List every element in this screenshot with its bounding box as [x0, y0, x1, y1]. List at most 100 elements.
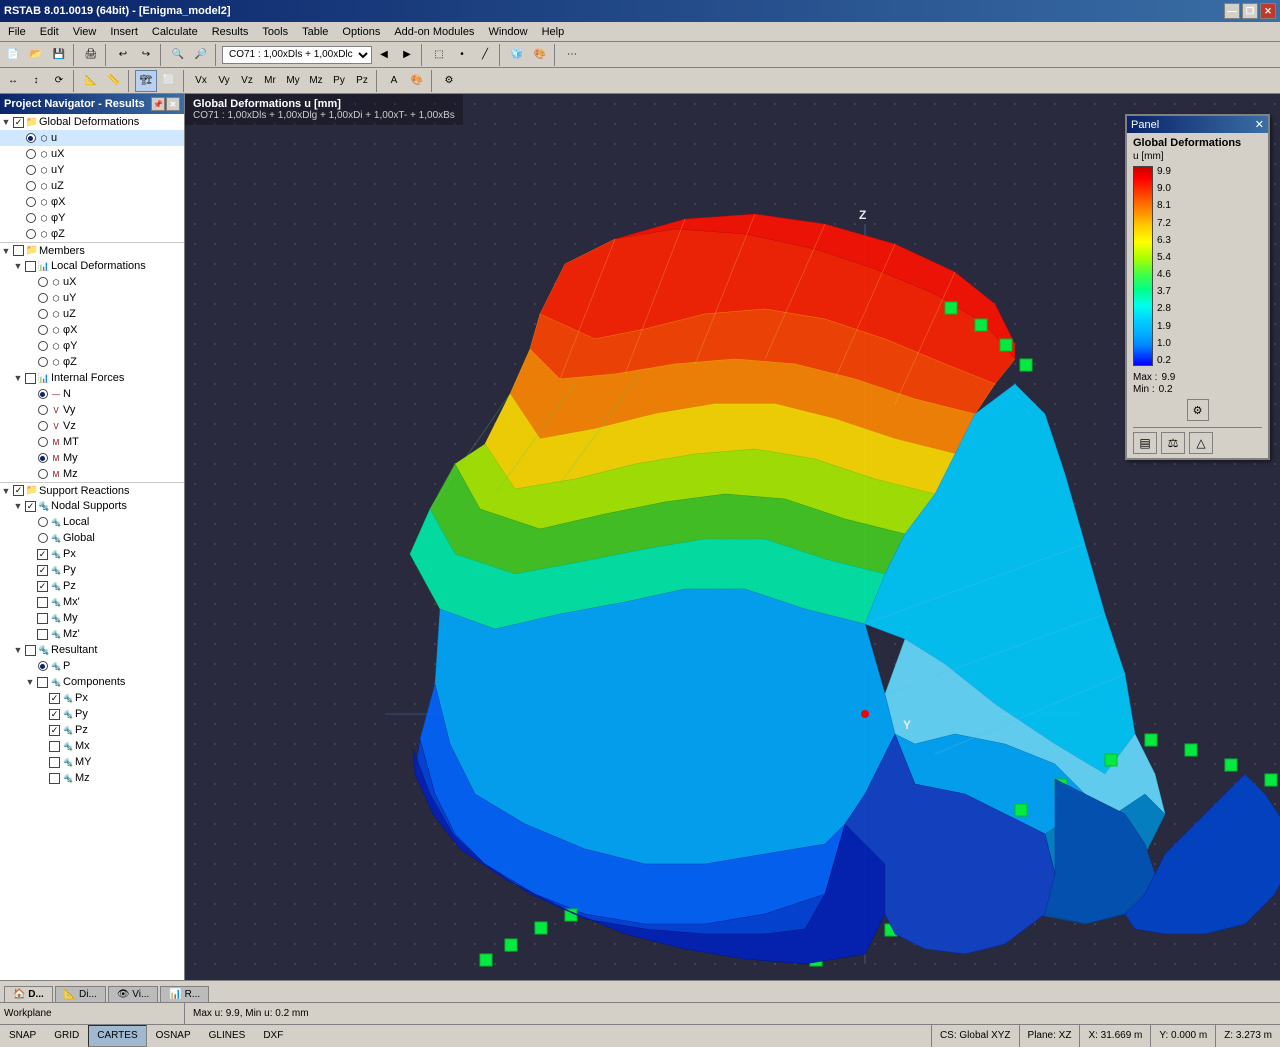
- expand-components[interactable]: ▼: [24, 677, 36, 687]
- t2-py[interactable]: Py: [328, 70, 350, 92]
- t2-mr[interactable]: Mr: [259, 70, 281, 92]
- radio-Mz[interactable]: [36, 469, 49, 479]
- t2-settings[interactable]: ⚙: [438, 70, 460, 92]
- expand-nodal[interactable]: ▼: [12, 501, 24, 511]
- radio-lphiz[interactable]: [36, 357, 49, 367]
- radio-global[interactable]: [36, 533, 49, 543]
- tree-support-reactions[interactable]: ▼ ✓ 📁 Support Reactions: [0, 482, 184, 498]
- menu-tools[interactable]: Tools: [256, 25, 294, 39]
- select-btn[interactable]: ⬚: [428, 44, 450, 66]
- check-global[interactable]: ✓: [12, 117, 25, 128]
- menu-calculate[interactable]: Calculate: [146, 25, 204, 39]
- save-btn[interactable]: 💾: [48, 44, 70, 66]
- line-btn[interactable]: ╱: [474, 44, 496, 66]
- menu-view[interactable]: View: [67, 25, 103, 39]
- t2-btn3[interactable]: ⟳: [48, 70, 70, 92]
- tab-r[interactable]: 📊 R...: [160, 986, 209, 1002]
- tree-u[interactable]: ⬡ u: [0, 130, 184, 146]
- t2-btn2[interactable]: ↕: [25, 70, 47, 92]
- t2-deform[interactable]: 🏗: [135, 70, 157, 92]
- tree-cPz[interactable]: ✓ 🔩 Pz: [0, 722, 184, 738]
- check-My2[interactable]: ✓: [36, 613, 49, 624]
- t2-color[interactable]: 🎨: [406, 70, 428, 92]
- check-Mxp[interactable]: ✓: [36, 597, 49, 608]
- check-support[interactable]: ✓: [12, 485, 25, 496]
- t2-my[interactable]: My: [282, 70, 304, 92]
- minimize-btn[interactable]: —: [1224, 3, 1240, 19]
- t2-pz[interactable]: Pz: [351, 70, 373, 92]
- t2-wire[interactable]: ⬜: [158, 70, 180, 92]
- zoom-in-btn[interactable]: 🔍: [167, 44, 189, 66]
- radio-u[interactable]: [24, 133, 37, 143]
- tree-nodal-supports[interactable]: ▼ ✓ 🔩 Nodal Supports: [0, 498, 184, 514]
- radio-My[interactable]: [36, 453, 49, 463]
- expand-resultant[interactable]: ▼: [12, 645, 24, 655]
- tree-resultant[interactable]: ▼ ✓ 🔩 Resultant: [0, 642, 184, 658]
- radio-phix[interactable]: [24, 197, 37, 207]
- tree-global-deformations[interactable]: ▼ ✓ 📁 Global Deformations: [0, 114, 184, 130]
- print-btn[interactable]: 🖨: [80, 44, 102, 66]
- tree-uy[interactable]: ⬡ uY: [0, 162, 184, 178]
- next-btn[interactable]: ▶: [396, 44, 418, 66]
- t2-vz[interactable]: Vz: [236, 70, 258, 92]
- check-cPx[interactable]: ✓: [48, 693, 61, 704]
- menu-table[interactable]: Table: [296, 25, 334, 39]
- radio-lphix[interactable]: [36, 325, 49, 335]
- radio-uy[interactable]: [24, 165, 37, 175]
- tree-lphiz[interactable]: ⬡ φZ: [0, 354, 184, 370]
- t2-btn1[interactable]: ↔: [2, 70, 24, 92]
- tree-N[interactable]: — N: [0, 386, 184, 402]
- view3d-btn[interactable]: 🧊: [506, 44, 528, 66]
- prev-btn[interactable]: ◀: [373, 44, 395, 66]
- expand-local-def[interactable]: ▼: [12, 261, 24, 271]
- check-Pz[interactable]: ✓: [36, 581, 49, 592]
- tree-My2[interactable]: ✓ 🔩 My: [0, 610, 184, 626]
- snap-dxf[interactable]: DXF: [254, 1025, 292, 1047]
- cp-icon-triangle[interactable]: △: [1189, 432, 1213, 454]
- check-cPz[interactable]: ✓: [48, 725, 61, 736]
- tree-Pz[interactable]: ✓ 🔩 Pz: [0, 578, 184, 594]
- cp-icon-balance[interactable]: ⚖: [1161, 432, 1185, 454]
- expand-members[interactable]: ▼: [0, 246, 12, 256]
- tree-lphiy[interactable]: ⬡ φY: [0, 338, 184, 354]
- menu-file[interactable]: File: [2, 25, 32, 39]
- tree-Px[interactable]: ✓ 🔩 Px: [0, 546, 184, 562]
- check-cMx[interactable]: ✓: [48, 741, 61, 752]
- expand-support[interactable]: ▼: [0, 486, 12, 496]
- new-btn[interactable]: 📄: [2, 44, 24, 66]
- snap-grid[interactable]: GRID: [45, 1025, 88, 1047]
- snap-snap[interactable]: SNAP: [0, 1025, 45, 1047]
- tree-MT[interactable]: M MT: [0, 434, 184, 450]
- radio-Vz[interactable]: [36, 421, 49, 431]
- tree-luz[interactable]: ⬡ uZ: [0, 306, 184, 322]
- check-cMy[interactable]: ✓: [48, 757, 61, 768]
- radio-local[interactable]: [36, 517, 49, 527]
- load-case-combo[interactable]: CO71 : 1,00xDls + 1,00xDlc: [222, 46, 372, 64]
- expand-global[interactable]: ▼: [0, 117, 12, 127]
- render-btn[interactable]: 🎨: [529, 44, 551, 66]
- menu-edit[interactable]: Edit: [34, 25, 65, 39]
- tree-lux[interactable]: ⬡ uX: [0, 274, 184, 290]
- tree-My[interactable]: M My: [0, 450, 184, 466]
- close-btn[interactable]: ✕: [1260, 3, 1276, 19]
- tree-local[interactable]: 🔩 Local: [0, 514, 184, 530]
- check-resultant[interactable]: ✓: [24, 645, 37, 656]
- check-Py[interactable]: ✓: [36, 565, 49, 576]
- expand-internal[interactable]: ▼: [12, 373, 24, 383]
- cp-settings-icon[interactable]: ⚙: [1187, 399, 1209, 421]
- t2-vy[interactable]: Vy: [213, 70, 235, 92]
- tree-cMx[interactable]: ✓ 🔩 Mx: [0, 738, 184, 754]
- check-local-def[interactable]: ✓: [24, 261, 37, 272]
- snap-osnap[interactable]: OSNAP: [147, 1025, 200, 1047]
- check-internal[interactable]: ✓: [24, 373, 37, 384]
- color-panel-close[interactable]: ✕: [1255, 118, 1264, 131]
- radio-lphiy[interactable]: [36, 341, 49, 351]
- node-btn[interactable]: •: [451, 44, 473, 66]
- t2-btn5[interactable]: 📏: [103, 70, 125, 92]
- t2-btn4[interactable]: 📐: [80, 70, 102, 92]
- panel-close-btn[interactable]: ✕: [166, 97, 180, 111]
- tree-uz[interactable]: ⬡ uZ: [0, 178, 184, 194]
- radio-phiz[interactable]: [24, 229, 37, 239]
- tree-cPy[interactable]: ✓ 🔩 Py: [0, 706, 184, 722]
- panel-pin-btn[interactable]: 📌: [151, 97, 165, 111]
